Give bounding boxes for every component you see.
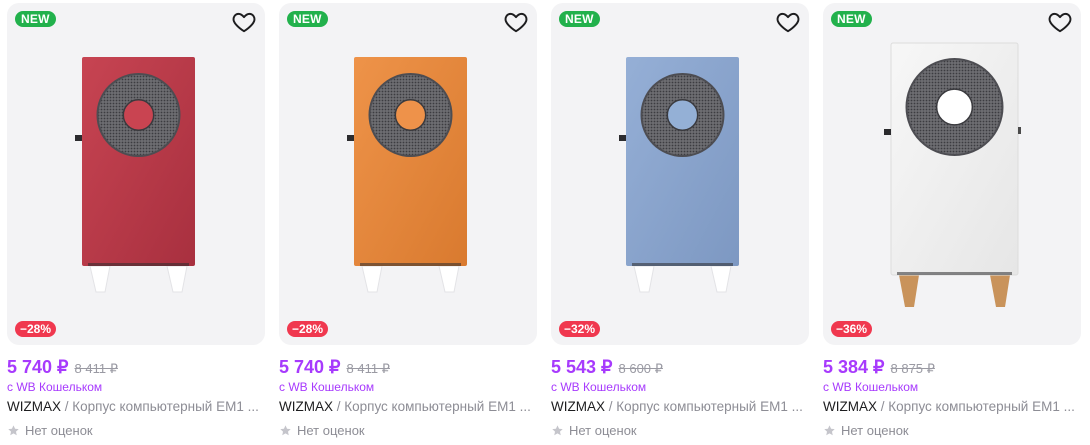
discount-badge: −36% <box>831 321 873 337</box>
rating-text: Нет оценок <box>841 423 909 438</box>
price-row: 5 543 ₽ 8 600 ₽ <box>551 357 663 378</box>
heart-icon[interactable] <box>1047 9 1073 35</box>
rating: Нет оценок <box>7 423 93 438</box>
product-name: Корпус компьютерный EM1 ... <box>888 399 1075 414</box>
wallet-label: с WB Кошельком <box>7 380 103 394</box>
product-grid: NEW −28% 5 740 ₽ 8 411 ₽ с WB Кошельком W… <box>0 0 1090 445</box>
price-row: 5 740 ₽ 8 411 ₽ <box>279 357 390 378</box>
heart-icon[interactable] <box>775 9 801 35</box>
discount-badge: −32% <box>559 321 601 337</box>
pc-case-image <box>619 57 739 293</box>
pc-case-image <box>884 42 1021 307</box>
current-price: 5 384 ₽ <box>823 357 885 377</box>
heart-icon[interactable] <box>503 9 529 35</box>
case-leg <box>89 265 111 293</box>
product-card[interactable]: NEW −28% 5 740 ₽ 8 411 ₽ с WB Кошельком W… <box>7 3 265 443</box>
old-price: 8 411 ₽ <box>346 361 390 376</box>
product-title[interactable]: WIZMAX / Корпус компьютерный EM1 ... <box>279 399 537 414</box>
price-row: 5 384 ₽ 8 875 ₽ <box>823 357 935 378</box>
new-badge: NEW <box>831 11 872 27</box>
product-name: Корпус компьютерный EM1 ... <box>616 399 803 414</box>
brand-name: WIZMAX <box>551 399 605 414</box>
pc-case-image <box>75 57 195 293</box>
pc-case-image <box>347 57 467 293</box>
discount-badge: −28% <box>15 321 57 337</box>
rating-text: Нет оценок <box>297 423 365 438</box>
rating: Нет оценок <box>279 423 365 438</box>
case-leg <box>361 265 383 293</box>
case-leg <box>438 265 460 293</box>
rating-text: Нет оценок <box>25 423 93 438</box>
product-card[interactable]: NEW −32% 5 543 ₽ 8 600 ₽ с WB Кошельком W… <box>551 3 809 443</box>
product-image[interactable]: NEW −28% <box>279 3 537 345</box>
product-title[interactable]: WIZMAX / Корпус компьютерный EM1 ... <box>551 399 809 414</box>
current-price: 5 543 ₽ <box>551 357 613 377</box>
wallet-label: с WB Кошельком <box>823 380 919 394</box>
rating: Нет оценок <box>551 423 637 438</box>
product-image[interactable]: NEW −36% <box>823 3 1081 345</box>
product-image[interactable]: NEW −28% <box>7 3 265 345</box>
product-title[interactable]: WIZMAX / Корпус компьютерный EM1 ... <box>823 399 1081 414</box>
product-name: Корпус компьютерный EM1 ... <box>344 399 531 414</box>
product-card[interactable]: NEW −36% 5 384 ₽ 8 875 ₽ с WB Кошельком W… <box>823 3 1081 443</box>
new-badge: NEW <box>559 11 600 27</box>
rating: Нет оценок <box>823 423 909 438</box>
case-leg <box>710 265 732 293</box>
old-price: 8 600 ₽ <box>618 361 663 376</box>
old-price: 8 411 ₽ <box>74 361 118 376</box>
brand-name: WIZMAX <box>823 399 877 414</box>
case-leg <box>166 265 188 293</box>
new-badge: NEW <box>287 11 328 27</box>
discount-badge: −28% <box>287 321 329 337</box>
product-image[interactable]: NEW −32% <box>551 3 809 345</box>
star-icon <box>280 425 291 436</box>
old-price: 8 875 ₽ <box>890 361 935 376</box>
new-badge: NEW <box>15 11 56 27</box>
star-icon <box>552 425 563 436</box>
product-card[interactable]: NEW −28% 5 740 ₽ 8 411 ₽ с WB Кошельком W… <box>279 3 537 443</box>
current-price: 5 740 ₽ <box>279 357 341 377</box>
case-leg <box>990 275 1010 307</box>
heart-icon[interactable] <box>231 9 257 35</box>
wallet-label: с WB Кошельком <box>279 380 375 394</box>
star-icon <box>824 425 835 436</box>
product-title[interactable]: WIZMAX / Корпус компьютерный EM1 ... <box>7 399 265 414</box>
rating-text: Нет оценок <box>569 423 637 438</box>
brand-name: WIZMAX <box>7 399 61 414</box>
case-leg <box>899 275 919 307</box>
case-leg <box>633 265 655 293</box>
price-row: 5 740 ₽ 8 411 ₽ <box>7 357 118 378</box>
star-icon <box>8 425 19 436</box>
product-name: Корпус компьютерный EM1 ... <box>72 399 259 414</box>
wallet-label: с WB Кошельком <box>551 380 647 394</box>
current-price: 5 740 ₽ <box>7 357 69 377</box>
brand-name: WIZMAX <box>279 399 333 414</box>
